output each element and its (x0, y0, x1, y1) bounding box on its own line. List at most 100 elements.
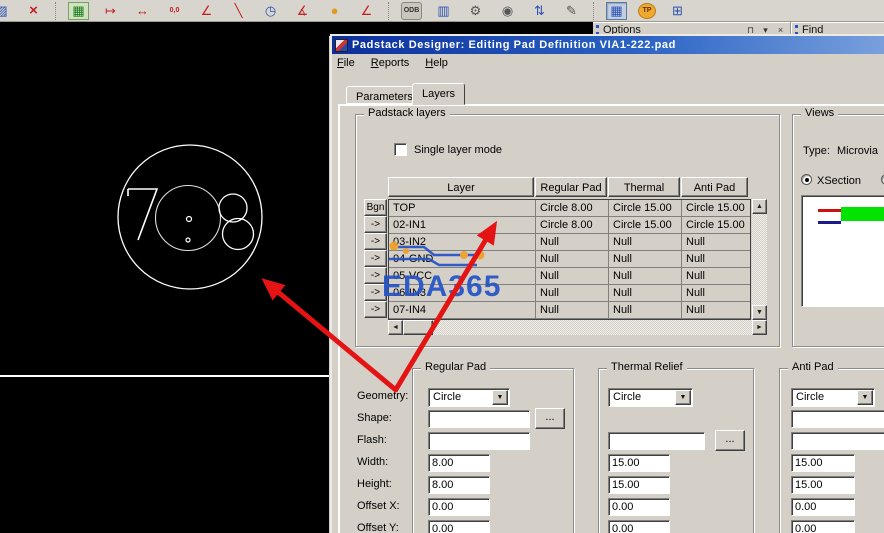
anti-pad-geometry-combo[interactable]: Circle ▼ (791, 388, 875, 407)
leader-icon[interactable]: ∠ (356, 2, 377, 20)
table-cell[interactable]: TOP (389, 200, 536, 216)
clock-icon[interactable]: ◷ (260, 2, 281, 20)
anti-pad-shape-input[interactable] (791, 410, 884, 428)
regular-pad-height-input[interactable] (428, 476, 490, 494)
menu-reports[interactable]: Reports (371, 57, 410, 69)
row-button-arrow[interactable]: -> (364, 284, 387, 301)
delete-icon[interactable]: × (23, 2, 44, 20)
row-button-arrow[interactable]: -> (364, 233, 387, 250)
chevron-down-icon[interactable]: ▼ (857, 390, 873, 405)
dimension-leader-icon[interactable]: ↦ (100, 2, 121, 20)
report-icon[interactable]: ▥ (433, 2, 454, 20)
table-cell[interactable]: Circle 15.00 (609, 217, 682, 233)
table-cell[interactable]: Null (682, 251, 748, 267)
regular-pad-shape-browse-button[interactable]: ... (535, 408, 565, 429)
table-cell[interactable]: Null (536, 251, 609, 267)
scroll-down-icon[interactable]: ▼ (752, 305, 767, 320)
regular-pad-shape-input[interactable] (428, 410, 530, 428)
regular-pad-offset-y-input[interactable] (428, 520, 490, 533)
thermal-relief-flash-browse-button[interactable]: ... (715, 430, 745, 451)
table-cell[interactable]: Null (682, 302, 748, 318)
table-cell[interactable]: Null (682, 234, 748, 250)
design-canvas[interactable] (0, 22, 329, 533)
column-header-layer[interactable]: Layer (388, 177, 534, 197)
table-cell[interactable]: Null (536, 234, 609, 250)
v1v2-icon[interactable]: ⇅ (529, 2, 550, 20)
thermal-relief-offset-x-input[interactable] (608, 498, 670, 516)
board-partial-icon[interactable]: ▨ (0, 2, 12, 20)
row-button-arrow[interactable]: -> (364, 250, 387, 267)
scroll-up-icon[interactable]: ▲ (752, 199, 767, 214)
chevron-down-icon[interactable]: ▼ (675, 390, 691, 405)
table-cell[interactable]: Null (609, 234, 682, 250)
thermal-relief-offset-y-input[interactable] (608, 520, 670, 533)
table-cell[interactable]: 02-IN1 (389, 217, 536, 233)
table-cell[interactable]: Circle 15.00 (609, 200, 682, 216)
column-header-thermal-relief[interactable]: Thermal Relief (608, 177, 680, 214)
table-cell[interactable]: Null (609, 251, 682, 267)
table-cell[interactable]: Null (609, 302, 682, 318)
table-cell[interactable]: Null (609, 285, 682, 301)
table-cell[interactable]: Null (682, 268, 748, 284)
tp-icon[interactable]: TP (638, 2, 656, 19)
menu-help[interactable]: Help (425, 57, 448, 69)
datum-dimension-icon[interactable]: 0,0 (164, 2, 185, 20)
table-cell[interactable]: Null (536, 285, 609, 301)
xsection-radio[interactable] (801, 174, 812, 185)
row-button-arrow[interactable]: -> (364, 301, 387, 318)
chevron-down-icon[interactable]: ▼ (492, 390, 508, 405)
table-cell[interactable]: Null (609, 268, 682, 284)
table-cell[interactable]: Circle 8.00 (536, 200, 609, 216)
odb-icon[interactable]: ODB (401, 1, 422, 20)
regular-pad-width-input[interactable] (428, 454, 490, 472)
column-header-regular-pad[interactable]: Regular Pad (535, 177, 607, 197)
single-layer-mode-checkbox[interactable] (394, 143, 407, 156)
grid-icon[interactable]: ▦ (606, 1, 627, 20)
tab-layers[interactable]: Layers (412, 83, 466, 105)
dialog-titlebar[interactable]: Padstack Designer: Editing Pad Definitio… (332, 36, 884, 54)
table-cell[interactable]: Null (536, 268, 609, 284)
note-icon[interactable]: ✎ (561, 2, 582, 20)
column-header-anti-pad[interactable]: Anti Pad (681, 177, 748, 197)
table-cell[interactable]: 03-IN2 (389, 234, 536, 250)
line-icon[interactable]: ╲ (228, 2, 249, 20)
thermal-relief-width-input[interactable] (608, 454, 670, 472)
table-cell[interactable]: 06-IN3 (389, 285, 536, 301)
table-cell[interactable]: Null (536, 302, 609, 318)
table-cell[interactable]: 07-IN4 (389, 302, 536, 318)
table-cell[interactable]: Circle 8.00 (536, 217, 609, 233)
horizontal-scrollbar-track[interactable] (433, 320, 752, 335)
table-cell[interactable]: Circle 15.00 (682, 200, 748, 216)
anti-pad-height-input[interactable] (791, 476, 855, 494)
windows-icon[interactable]: ⊞ (667, 2, 688, 20)
anti-pad-offset-x-input[interactable] (791, 498, 855, 516)
scroll-right-icon[interactable]: ► (752, 320, 767, 335)
angle-icon[interactable]: ∡ (292, 2, 313, 20)
thermal-relief-flash-input[interactable] (608, 432, 705, 450)
regular-pad-geometry-combo[interactable]: Circle ▼ (428, 388, 510, 407)
angular-dimension-icon[interactable]: ∠ (196, 2, 217, 20)
row-button-arrow[interactable]: -> (364, 216, 387, 233)
scroll-left-icon[interactable]: ◄ (388, 320, 403, 335)
table-cell[interactable]: 05-VCC (389, 268, 536, 284)
regular-pad-offset-x-input[interactable] (428, 498, 490, 516)
anti-pad-offset-y-input[interactable] (791, 520, 855, 533)
thermal-relief-height-input[interactable] (608, 476, 670, 494)
thermal-relief-geometry-combo[interactable]: Circle ▼ (608, 388, 693, 407)
table-cell[interactable]: Circle 15.00 (682, 217, 748, 233)
camera-icon[interactable]: ◉ (497, 2, 518, 20)
vertical-scrollbar-track[interactable] (752, 214, 767, 305)
row-button-bgn[interactable]: Bgn (364, 199, 387, 216)
table-cell[interactable]: 04-GND (389, 251, 536, 267)
coin-icon[interactable]: ● (324, 2, 345, 20)
menu-file[interactable]: File (337, 57, 355, 69)
regular-pad-flash-input[interactable] (428, 432, 530, 450)
pcb-icon[interactable]: ▦ (68, 1, 89, 20)
linear-dimension-icon[interactable]: ↔ (132, 2, 153, 20)
horizontal-scrollbar-thumb[interactable] (403, 320, 433, 335)
row-button-arrow[interactable]: -> (364, 267, 387, 284)
wrench-icon[interactable]: ⚙ (465, 2, 486, 20)
anti-pad-width-input[interactable] (791, 454, 855, 472)
table-cell[interactable]: Null (682, 285, 748, 301)
anti-pad-flash-input[interactable] (791, 432, 884, 450)
